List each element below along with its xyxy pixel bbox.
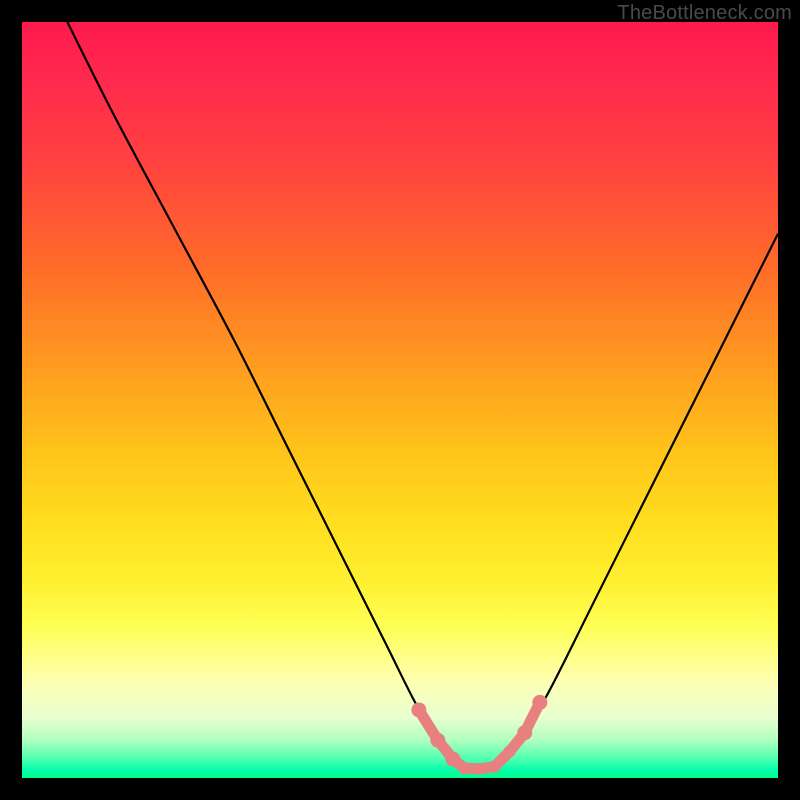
marker-dot [445, 752, 460, 767]
marker-dot [517, 725, 532, 740]
curve-markers [411, 695, 547, 775]
marker-dot [532, 695, 547, 710]
chart-frame: TheBottleneck.com [0, 0, 800, 800]
marker-dot [504, 746, 516, 758]
source-attribution: TheBottleneck.com [617, 2, 792, 25]
marker-dot [458, 762, 470, 774]
bottleneck-curve-path [67, 22, 778, 770]
marker-dot [430, 733, 445, 748]
bottleneck-curve-svg [22, 22, 778, 778]
marker-dot [489, 761, 501, 773]
plot-area [22, 22, 778, 778]
marker-dot [411, 702, 426, 717]
marker-dot [473, 763, 485, 775]
